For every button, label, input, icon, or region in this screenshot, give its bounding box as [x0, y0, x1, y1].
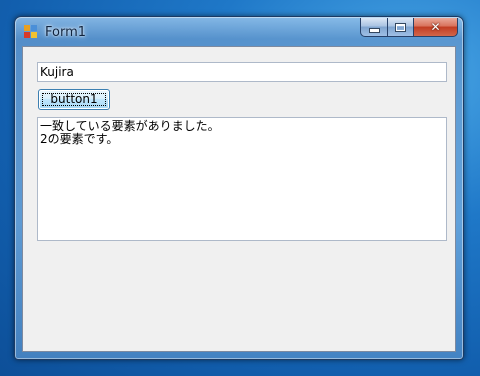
maximize-icon — [395, 22, 406, 32]
search-textbox[interactable]: Kujira — [37, 62, 447, 82]
form1-window: Form1 ✕ Kujira button1 一致している要素がありました。 2の… — [14, 16, 464, 360]
close-button[interactable]: ✕ — [413, 18, 458, 37]
minimize-button[interactable] — [360, 18, 387, 37]
form-client-area: Kujira button1 一致している要素がありました。 2の要素です。 — [22, 46, 456, 352]
minimize-icon — [368, 27, 380, 33]
output-textbox[interactable]: 一致している要素がありました。 2の要素です。 — [37, 117, 447, 241]
button1-label: button1 — [50, 92, 98, 106]
title-bar[interactable]: Form1 ✕ — [15, 17, 463, 47]
button1[interactable]: button1 — [38, 89, 110, 110]
output-line-2: 2の要素です。 — [40, 132, 119, 146]
close-icon: ✕ — [430, 20, 441, 34]
caption-buttons: ✕ — [360, 18, 458, 37]
window-title: Form1 — [45, 25, 87, 40]
windows-form-icon[interactable] — [24, 25, 38, 39]
maximize-button[interactable] — [387, 18, 413, 37]
